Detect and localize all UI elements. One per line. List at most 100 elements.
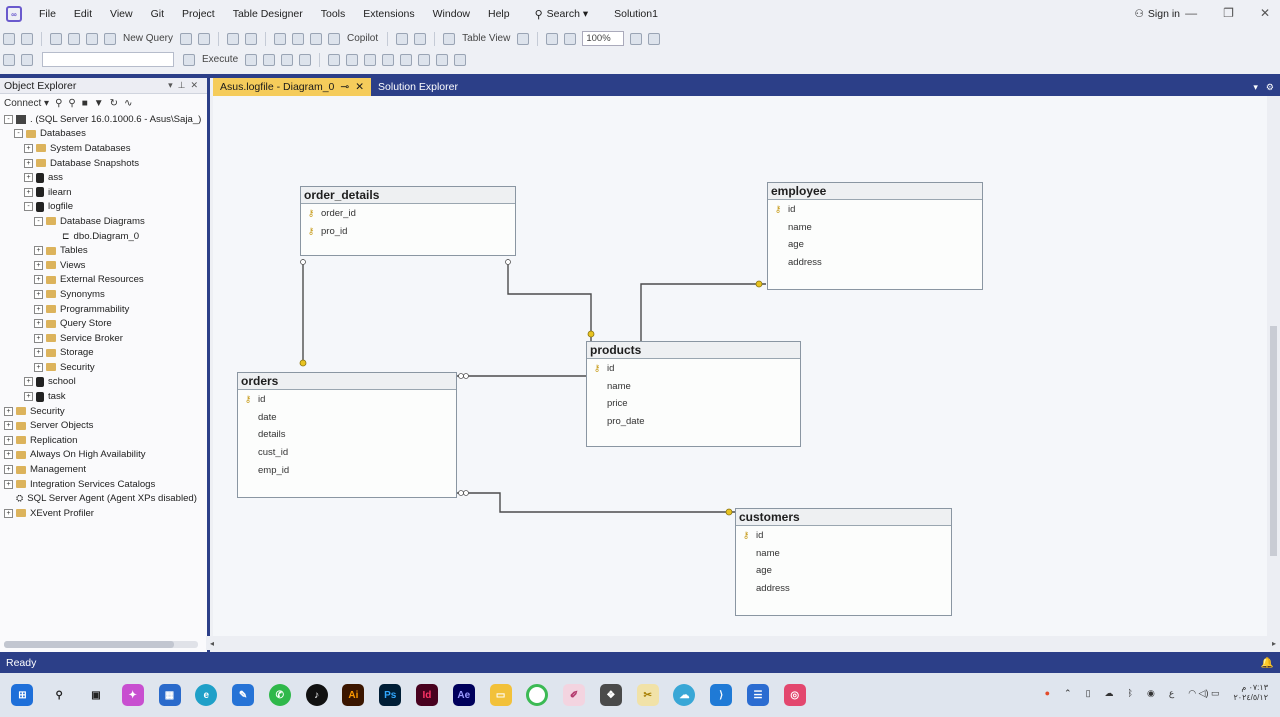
diagram-canvas[interactable]: order_details ⚷ order_id ⚷ pro_id employee…: [213, 96, 1267, 636]
menu-table-designer[interactable]: Table Designer: [224, 8, 312, 20]
connect-icon[interactable]: [3, 53, 15, 66]
table-customers[interactable]: customers ⚷ id name age address: [735, 508, 952, 616]
expand-icon[interactable]: +: [24, 392, 33, 402]
database-select[interactable]: [42, 52, 174, 67]
menu-edit[interactable]: Edit: [65, 8, 101, 20]
analysis-icon[interactable]: [198, 32, 211, 45]
file-explorer-icon[interactable]: ▭: [489, 684, 512, 706]
expand-icon[interactable]: +: [34, 348, 43, 358]
vscode-icon[interactable]: ⟩: [710, 684, 733, 706]
expand-icon[interactable]: +: [34, 362, 43, 372]
tree-node[interactable]: - Database Diagrams: [0, 214, 207, 229]
tree-node[interactable]: + Management: [0, 462, 207, 477]
cloud-icon[interactable]: ☁: [1105, 688, 1114, 699]
uncomment-icon[interactable]: [418, 53, 431, 66]
column-row[interactable]: ⚷ pro_id: [301, 223, 515, 241]
tree-node[interactable]: + school: [0, 375, 207, 390]
arrange-icon[interactable]: [517, 32, 530, 45]
tree-node[interactable]: + Security: [0, 404, 207, 419]
green-app-icon[interactable]: [526, 684, 549, 706]
pin-icon[interactable]: ⊸: [340, 81, 349, 93]
layout-icon[interactable]: [630, 32, 643, 45]
tree-node[interactable]: + task: [0, 389, 207, 404]
column-row[interactable]: emp_id: [238, 461, 456, 479]
change-connection-icon[interactable]: [21, 53, 33, 66]
tree-node[interactable]: + ilearn: [0, 185, 207, 200]
horizontal-scrollbar[interactable]: ◂ ▸: [206, 636, 1280, 650]
relationship-products-order-details[interactable]: [507, 259, 592, 341]
clock[interactable]: ٠٧:١٣ م ٢٠٢٤/٥/١٢: [1233, 683, 1268, 703]
table-orders[interactable]: orders ⚷ id date details cust_id emp_id: [237, 372, 457, 498]
notification-badge-icon[interactable]: ●: [1045, 688, 1050, 698]
scroll-right-icon[interactable]: ▸: [1272, 639, 1276, 648]
instagram-icon[interactable]: ◎: [783, 684, 806, 706]
close-icon[interactable]: ✕: [1260, 6, 1270, 20]
results-to-text-icon[interactable]: [281, 53, 294, 66]
draw-icon[interactable]: ✐: [563, 684, 586, 706]
notes-icon[interactable]: ✎: [232, 684, 255, 706]
copilot-icon[interactable]: ✦: [121, 684, 144, 706]
expand-icon[interactable]: +: [4, 479, 13, 489]
label-icon[interactable]: [648, 32, 661, 45]
column-row[interactable]: ⚷ id: [238, 391, 456, 409]
folder-open-icon[interactable]: [292, 32, 305, 45]
menu-file[interactable]: File: [30, 8, 65, 20]
expand-icon[interactable]: +: [4, 435, 13, 445]
notification-bell-icon[interactable]: 🔔: [1261, 656, 1274, 669]
tree-node[interactable]: + System Databases: [0, 141, 207, 156]
vertical-scrollbar[interactable]: [1267, 96, 1280, 636]
wifi-icon[interactable]: ◠ ◁) ▭: [1188, 688, 1219, 699]
query-icon[interactable]: [180, 32, 193, 45]
filter-icon[interactable]: ▼: [94, 98, 104, 109]
column-row[interactable]: price: [587, 395, 800, 413]
menu-view[interactable]: View: [101, 8, 142, 20]
chat-icon[interactable]: ☁: [673, 684, 696, 706]
collapse-icon[interactable]: -: [34, 216, 43, 226]
undo-icon[interactable]: [227, 32, 240, 45]
settings-icon[interactable]: ⚙: [1266, 82, 1274, 93]
edge-icon[interactable]: e: [195, 684, 218, 706]
indesign-icon[interactable]: Id: [415, 684, 438, 706]
table-view-dropdown[interactable]: Table View: [462, 33, 510, 44]
collapse-icon[interactable]: -: [4, 114, 13, 124]
ssms-icon[interactable]: ☰: [747, 684, 770, 706]
menu-window[interactable]: Window: [424, 8, 479, 20]
indent-icon[interactable]: [436, 53, 449, 66]
grid-icon[interactable]: [396, 32, 409, 45]
search-icon[interactable]: ⚲: [48, 684, 70, 706]
activity-icon[interactable]: ∿: [124, 98, 132, 109]
column-row[interactable]: cust_id: [238, 444, 456, 462]
dropdown-icon[interactable]: ▾: [168, 80, 178, 90]
bluetooth-icon[interactable]: ᛒ: [1128, 688, 1133, 698]
language-icon[interactable]: ع: [1169, 688, 1174, 699]
connect-plug-icon[interactable]: ⚲: [55, 98, 62, 109]
stop-icon[interactable]: ■: [82, 98, 88, 109]
connect-dropdown[interactable]: Connect ▾: [4, 98, 49, 109]
pin-icon[interactable]: ⊥: [178, 80, 191, 90]
tree-node[interactable]: + Storage: [0, 346, 207, 361]
tree-node[interactable]: - . (SQL Server 16.0.1000.6 - Asus\Saja_): [0, 112, 207, 127]
search-button[interactable]: ⚲ Search ▾: [529, 8, 595, 21]
expand-icon[interactable]: +: [34, 289, 43, 299]
expand-icon[interactable]: +: [24, 187, 33, 197]
expand-icon[interactable]: +: [4, 421, 13, 431]
tree-node[interactable]: + Security: [0, 360, 207, 375]
table-icon[interactable]: [414, 32, 427, 45]
expand-icon[interactable]: +: [34, 333, 43, 343]
collapse-icon[interactable]: -: [24, 202, 33, 212]
relationship-customers-orders[interactable]: [457, 492, 735, 513]
chrome-icon[interactable]: ◉: [1147, 688, 1155, 699]
task-view-icon[interactable]: ▣: [85, 684, 107, 706]
column-row[interactable]: ⚷ id: [587, 360, 800, 378]
expand-icon[interactable]: +: [34, 319, 43, 329]
paint-icon[interactable]: ✂: [636, 684, 659, 706]
column-row[interactable]: name: [768, 219, 982, 237]
close-panel-icon[interactable]: ✕: [190, 80, 203, 90]
collapse-icon[interactable]: -: [14, 129, 23, 139]
tree-node[interactable]: - logfile: [0, 200, 207, 215]
stop-icon[interactable]: [245, 53, 258, 66]
expand-icon[interactable]: +: [4, 450, 13, 460]
table-order-details[interactable]: order_details ⚷ order_id ⚷ pro_id: [300, 186, 516, 256]
store-icon[interactable]: ▦: [158, 684, 181, 706]
comment-icon[interactable]: [400, 53, 413, 66]
